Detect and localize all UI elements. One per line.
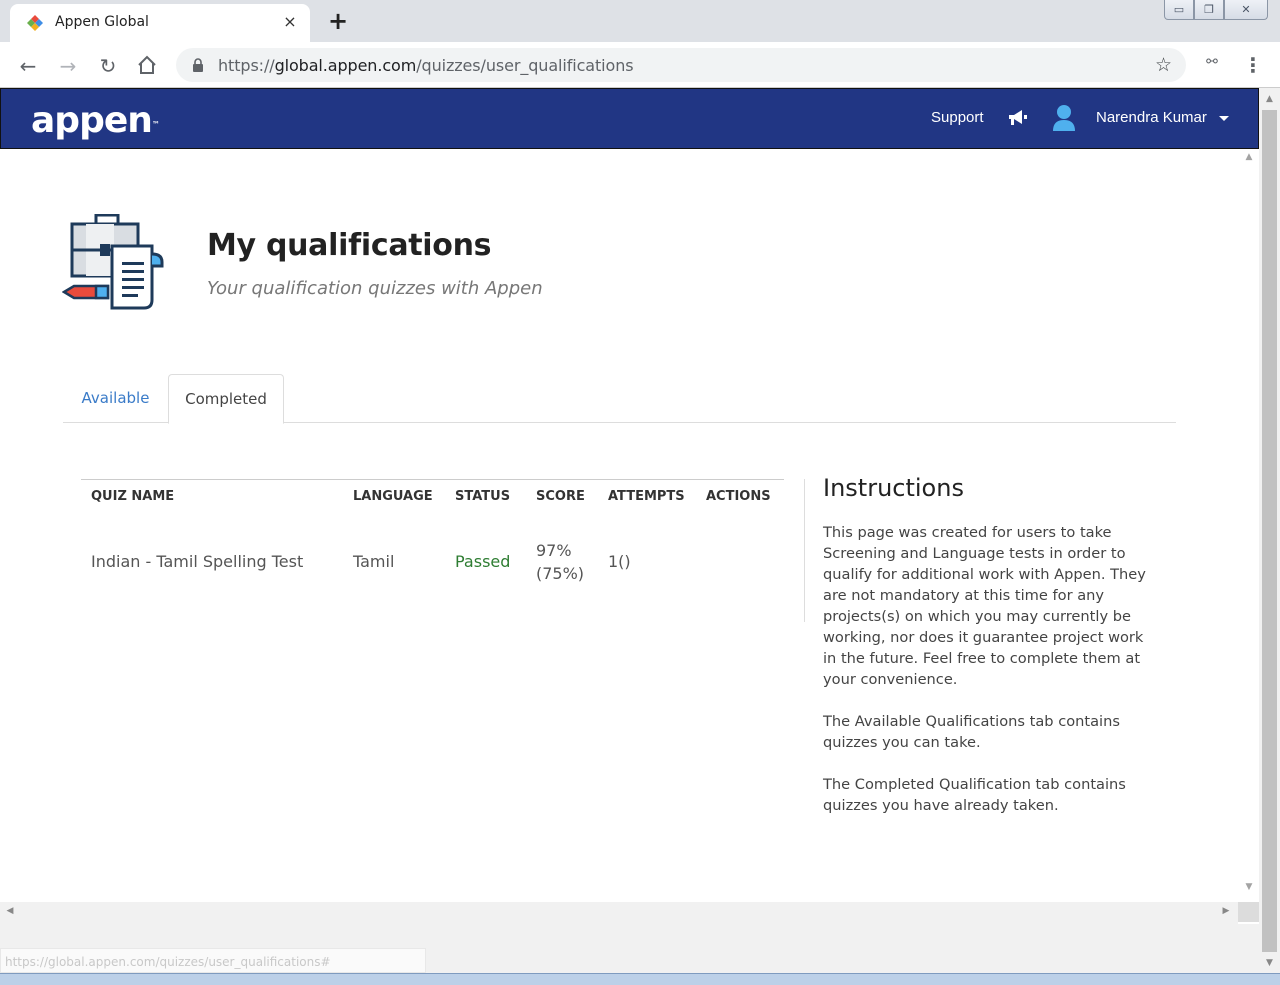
score-required-cell: (75%)	[536, 564, 585, 583]
table-header-row: QUIZ NAME LANGUAGE STATUS SCORE ATTEMPTS…	[81, 479, 784, 512]
qualification-tabs: Available Completed	[63, 374, 1176, 424]
appen-favicon-icon	[27, 15, 43, 31]
close-window-button[interactable]: ✕	[1224, 0, 1268, 20]
column-header-quiz-name: QUIZ NAME	[91, 489, 175, 504]
qualifications-briefcase-icon	[62, 214, 164, 310]
caret-down-icon[interactable]	[1219, 116, 1229, 121]
browser-menu-icon[interactable]: ⋮	[1241, 52, 1265, 78]
instructions-paragraph: This page was created for users to take …	[823, 524, 1146, 688]
back-arrow-icon[interactable]: ←	[15, 53, 41, 79]
new-tab-button[interactable]: +	[325, 8, 351, 34]
close-tab-icon[interactable]: ×	[280, 12, 300, 32]
language-cell: Tamil	[353, 552, 395, 571]
quiz-name-cell: Indian - Tamil Spelling Test	[91, 552, 304, 571]
os-taskbar	[0, 973, 1280, 985]
address-bar[interactable]: https://global.appen.com/quizzes/user_qu…	[176, 48, 1186, 82]
support-link[interactable]: Support	[931, 109, 984, 126]
instructions-paragraph: The Available Qualifications tab contain…	[823, 713, 1120, 751]
status-url-tooltip: https://global.appen.com/quizzes/user_qu…	[0, 948, 426, 973]
column-divider	[804, 479, 805, 622]
scroll-left-arrow-icon[interactable]: ◀	[0, 906, 20, 916]
tab-available[interactable]: Available	[63, 374, 168, 423]
browser-tab[interactable]: Appen Global ×	[10, 4, 310, 42]
scroll-down-arrow-icon[interactable]: ▼	[1239, 882, 1259, 892]
site-header: appen™ Support Narendra Kumar	[0, 88, 1259, 149]
forward-arrow-icon[interactable]: →	[55, 53, 81, 79]
page-subtitle: Your qualification quizzes with Appen	[207, 278, 543, 299]
attempts-cell: 1()	[608, 552, 631, 571]
scrollbar-thumb[interactable]	[1262, 110, 1277, 952]
score-cell: 97%	[536, 541, 572, 560]
instructions-title: Instructions	[823, 474, 964, 502]
scroll-down-arrow-icon[interactable]: ▼	[1259, 958, 1280, 968]
browser-tab-title: Appen Global	[55, 14, 149, 30]
column-header-actions: ACTIONS	[706, 489, 771, 504]
instructions-paragraph: The Completed Qualification tab contains…	[823, 776, 1126, 814]
page-title: My qualifications	[207, 228, 492, 263]
url-text: https://global.appen.com/quizzes/user_qu…	[218, 56, 634, 75]
table-row: Indian - Tamil Spelling Test Tamil Passe…	[81, 512, 784, 622]
bookmark-star-icon[interactable]: ☆	[1155, 54, 1172, 76]
restore-button[interactable]: ❐	[1194, 0, 1224, 20]
column-header-score: SCORE	[536, 489, 585, 504]
minimize-button[interactable]: ▭	[1164, 0, 1194, 20]
column-header-status: STATUS	[455, 489, 511, 504]
horizontal-scrollbar[interactable]: ◀ ▶	[0, 902, 1238, 924]
lock-icon	[193, 58, 203, 72]
user-avatar-icon[interactable]	[1052, 104, 1076, 132]
column-header-language: LANGUAGE	[353, 489, 433, 504]
window-controls: ▭ ❐ ✕	[1164, 0, 1268, 20]
scrollbar-corner	[1238, 902, 1259, 922]
scroll-right-arrow-icon[interactable]: ▶	[1216, 906, 1236, 916]
browser-tabstrip: Appen Global × + ▭ ❐ ✕	[0, 0, 1280, 42]
status-cell: Passed	[455, 552, 511, 571]
appen-logo[interactable]: appen™	[31, 103, 160, 139]
page-vertical-scrollbar[interactable]: ▲ ▼	[1259, 88, 1280, 973]
browser-toolbar: ← → ↻ https://global.appen.com/quizzes/u…	[0, 42, 1280, 88]
user-menu-name[interactable]: Narendra Kumar	[1096, 109, 1207, 126]
reload-icon[interactable]: ↻	[95, 53, 121, 79]
scroll-up-arrow-icon[interactable]: ▲	[1259, 94, 1280, 104]
column-header-attempts: ATTEMPTS	[608, 489, 685, 504]
instructions-panel: Instructions This page was created for u…	[823, 474, 1153, 837]
home-icon[interactable]	[135, 54, 159, 76]
extension-icon[interactable]: ⚯	[1200, 54, 1224, 76]
tab-completed[interactable]: Completed	[168, 374, 284, 424]
megaphone-icon[interactable]	[1007, 108, 1029, 128]
scroll-up-arrow-icon[interactable]: ▲	[1239, 152, 1259, 162]
